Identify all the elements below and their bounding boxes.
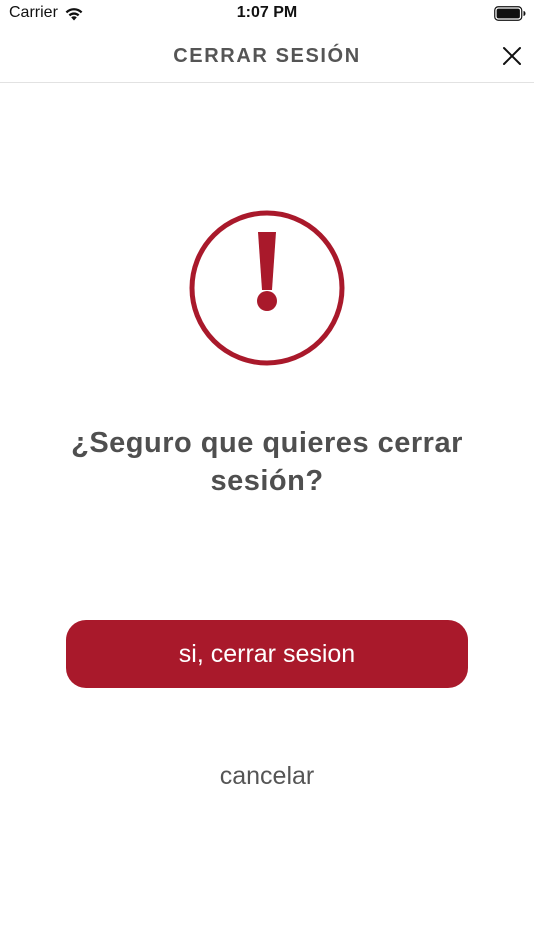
page-title: CERRAR SESIÓN xyxy=(173,45,361,67)
close-icon[interactable] xyxy=(502,46,522,66)
confirm-logout-button[interactable]: si, cerrar sesion xyxy=(66,620,468,688)
status-bar: Carrier 1:07 PM xyxy=(0,0,534,30)
status-time: 1:07 PM xyxy=(236,4,298,21)
exclamation-circle-icon xyxy=(189,210,345,366)
logout-question: ¿Seguro que quieres cerrar sesión? xyxy=(71,427,463,497)
navigation-bar: CERRAR SESIÓN xyxy=(0,30,534,83)
battery-full-icon xyxy=(494,6,526,21)
cancel-link[interactable]: cancelar xyxy=(0,762,534,791)
